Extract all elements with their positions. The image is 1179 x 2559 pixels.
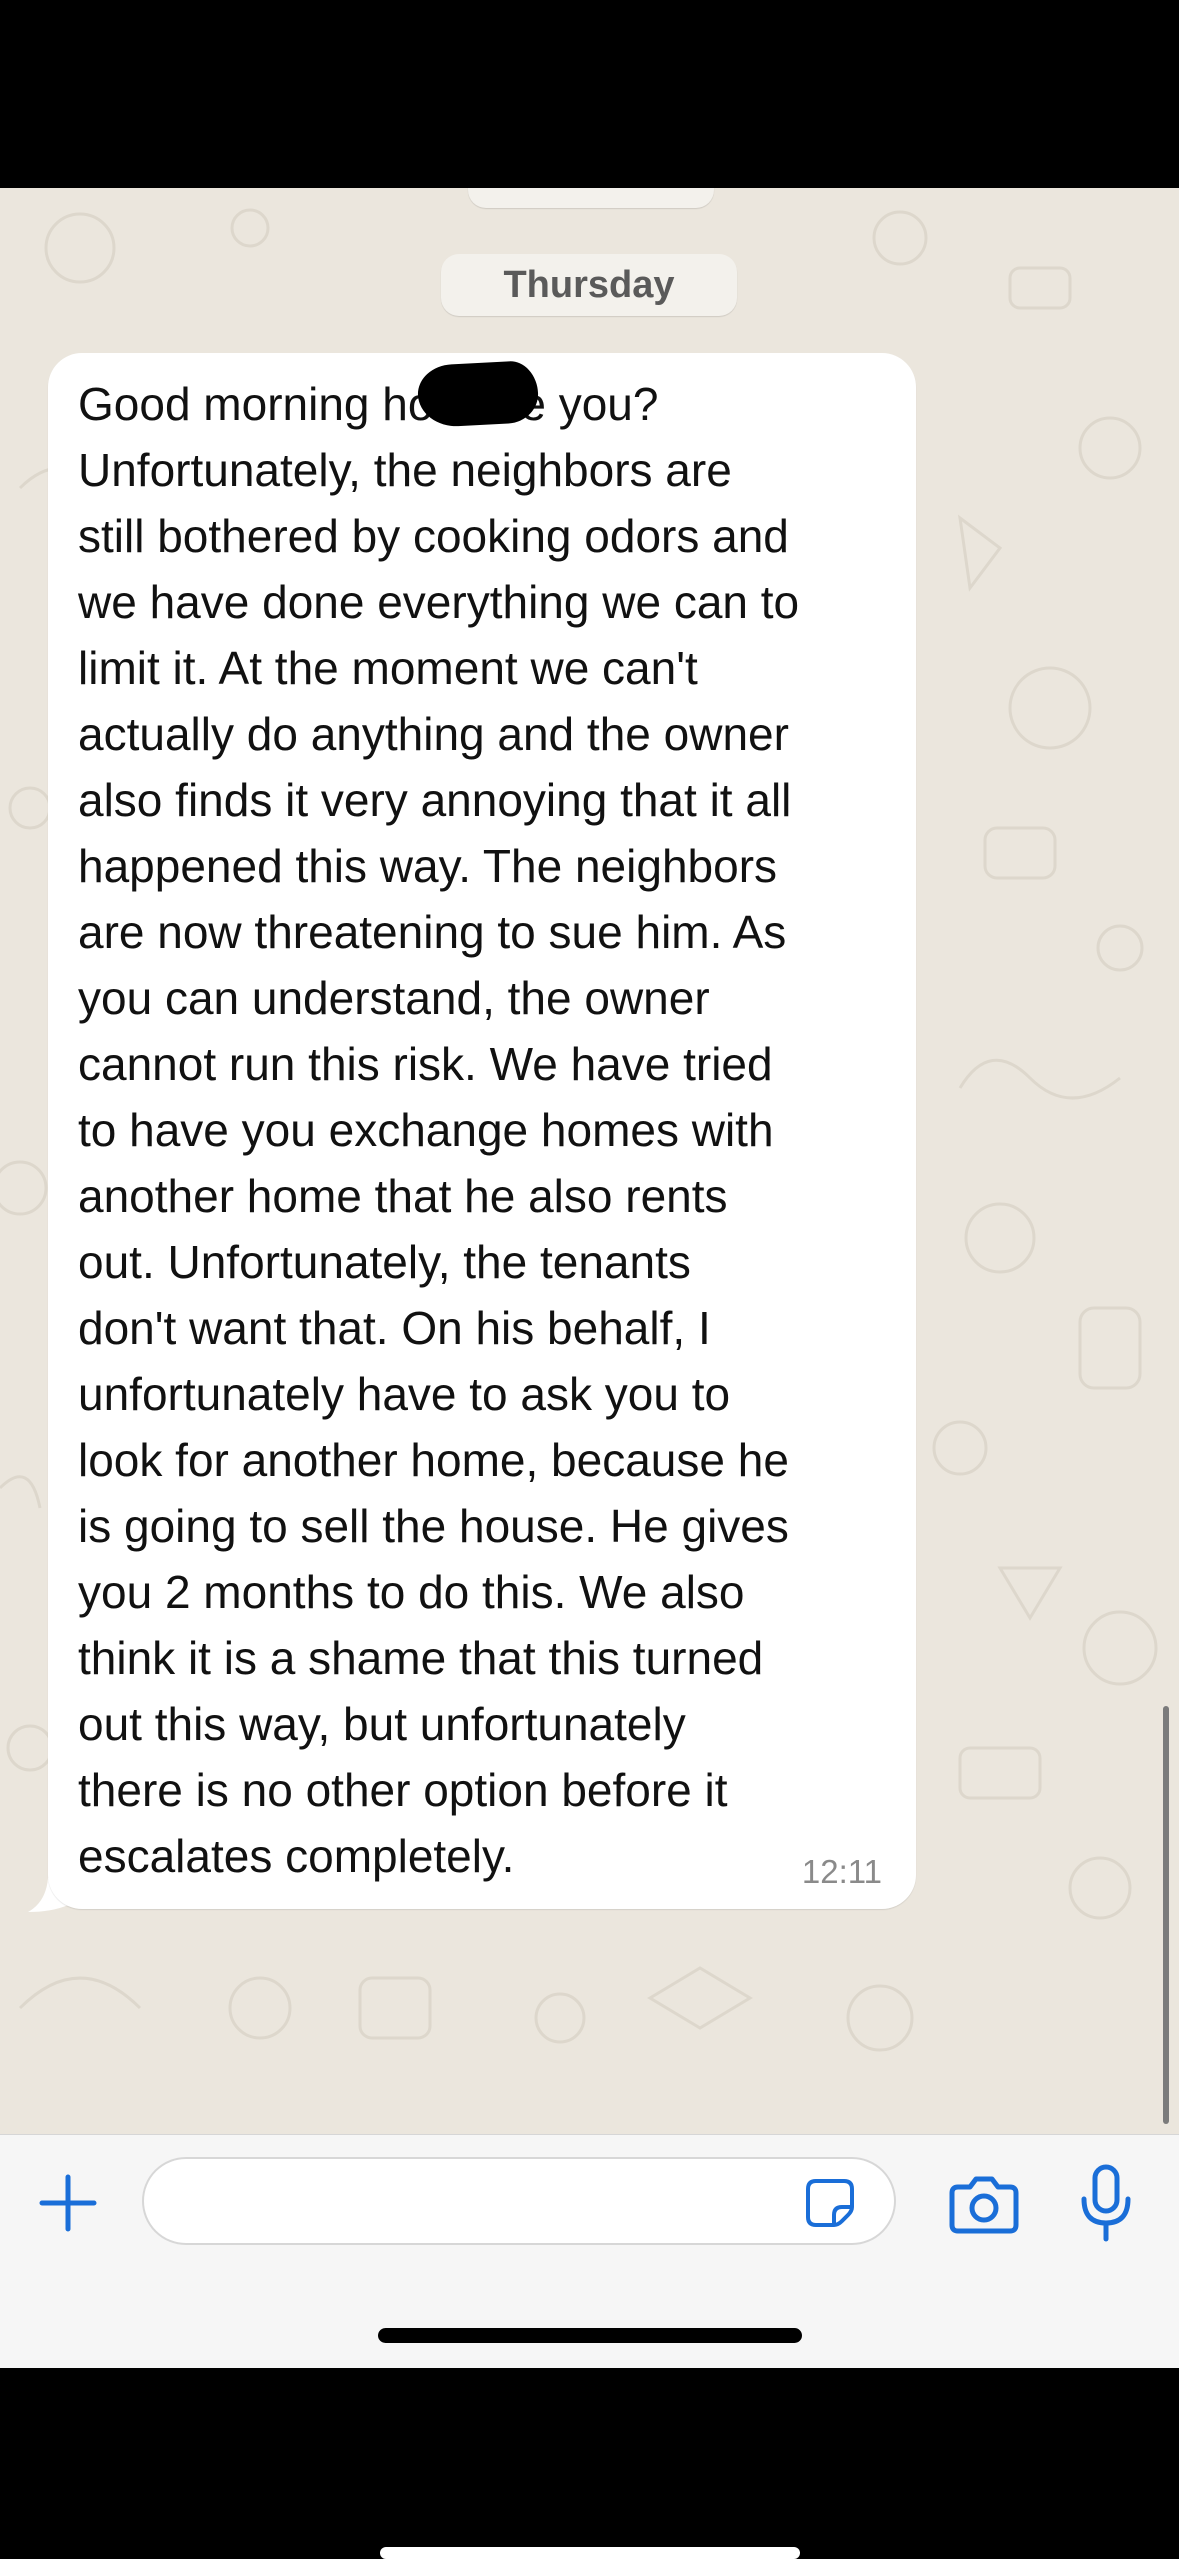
bottom-letterbox bbox=[0, 2368, 1179, 2556]
message-text: Good morning how are you? Unfortunately,… bbox=[78, 378, 800, 1882]
home-indicator bbox=[378, 2328, 802, 2343]
microphone-icon[interactable] bbox=[1078, 2163, 1134, 2245]
outer-home-indicator bbox=[380, 2547, 800, 2559]
message-input-bar bbox=[0, 2134, 1179, 2369]
incoming-message-bubble[interactable]: Good morning how are you? Unfortunately,… bbox=[48, 353, 916, 1909]
message-input[interactable] bbox=[142, 2157, 896, 2245]
status-bar-area bbox=[0, 0, 1179, 188]
plus-icon[interactable] bbox=[36, 2171, 100, 2235]
camera-icon[interactable] bbox=[948, 2171, 1020, 2235]
message-timestamp: 12:11 bbox=[801, 1853, 882, 1890]
sticker-icon[interactable] bbox=[804, 2177, 856, 2229]
previous-date-separator bbox=[468, 188, 714, 208]
date-separator: Thursday bbox=[441, 254, 737, 316]
scroll-indicator[interactable] bbox=[1163, 1706, 1169, 2124]
redaction-scribble bbox=[416, 359, 540, 429]
chat-view[interactable]: Thursday Good morning how are you? Unfor… bbox=[0, 188, 1179, 2134]
